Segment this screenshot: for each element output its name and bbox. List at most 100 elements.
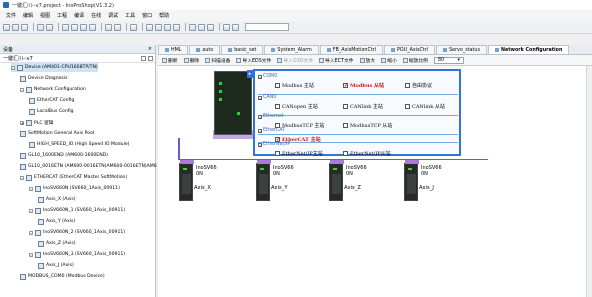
project-row[interactable]: 一键汇川--v7 [0, 54, 155, 63]
menu-item[interactable]: 帮助 [159, 12, 169, 19]
menu-item[interactable]: 窗口 [142, 12, 152, 19]
protocol-option[interactable]: EtherNet/IP主站 [275, 150, 323, 157]
expand-toggle-icon[interactable]: - [11, 65, 15, 70]
zoom-select[interactable]: 80 ▾ [433, 56, 464, 64]
option-checkbox[interactable] [275, 104, 280, 109]
menu-item[interactable]: 视图 [40, 12, 50, 19]
tree-item[interactable]: - Network Configuration [20, 85, 86, 94]
network-tool-button[interactable]: 缩放比例 [402, 57, 428, 64]
tree-item[interactable]: - InoSV660N (SV660_1Axis_00911) [29, 184, 120, 193]
tab[interactable]: auto [189, 45, 221, 54]
protocol-option[interactable]: EtherNet/IP从站 [343, 150, 391, 157]
expand-toggle-icon[interactable]: - [29, 186, 33, 191]
option-checkbox[interactable]: ✓ [343, 83, 348, 89]
step-out-icon[interactable] [207, 23, 214, 31]
tree-item[interactable]: SoftMotion General Axis Pool [20, 129, 94, 138]
tab[interactable]: HML [158, 45, 189, 54]
group-checkbox[interactable]: ✓ [258, 128, 262, 133]
open-folder-icon[interactable] [12, 23, 19, 31]
tab[interactable]: Network Configuration [487, 45, 570, 54]
replace-icon[interactable] [114, 23, 121, 31]
tree-item[interactable]: - InoSV660N_3 (SV660_1Axis_00911) [29, 250, 125, 259]
tab[interactable]: Servo_status [436, 45, 487, 54]
pin-icon[interactable] [141, 55, 146, 61]
protocol-option[interactable]: CANopen 主站 [275, 103, 318, 110]
group-checkbox[interactable]: ✓ [258, 95, 262, 100]
network-tool-button[interactable]: 导入GSD文件 [277, 57, 313, 64]
option-checkbox[interactable] [275, 151, 280, 156]
protocol-group[interactable]: ✓ CAN0 [258, 95, 276, 100]
option-checkbox[interactable] [343, 123, 348, 128]
tree-item[interactable]: - InoSV660N_1 (SV660_1Axis_00911) [29, 206, 125, 215]
expand-toggle-icon[interactable]: - [20, 87, 24, 92]
plc-device[interactable] [214, 71, 252, 135]
run-icon[interactable] [164, 23, 171, 31]
watch-icon[interactable] [232, 23, 239, 31]
servo-drive[interactable] [404, 160, 419, 201]
expand-toggle-icon[interactable]: + [20, 120, 24, 125]
tree-item[interactable]: Axis_X (Axis) [38, 195, 76, 204]
option-checkbox[interactable] [405, 83, 410, 88]
tab[interactable]: System_Alarm [264, 45, 319, 54]
network-tool-button[interactable]: 缩小 [381, 57, 397, 64]
protocol-group[interactable]: ✓ Ethernet [258, 114, 284, 119]
build-icon[interactable] [130, 23, 137, 31]
tree-item[interactable]: HIGH_SPEED_IO (High Speed IO Module) [29, 140, 129, 149]
protocol-option[interactable]: CANlink 从站 [405, 103, 445, 110]
tree-item[interactable]: EtherCAT Config [29, 96, 74, 105]
tab[interactable]: basic_set [221, 45, 264, 54]
expand-toggle-icon[interactable]: - [29, 208, 33, 213]
protocol-option[interactable]: ✓ Modbus 从站 [343, 82, 384, 89]
option-checkbox[interactable] [343, 151, 348, 156]
menu-item[interactable]: 文件 [6, 12, 16, 19]
tree-item[interactable]: Axis_Y (Axis) [38, 217, 75, 226]
logout-icon[interactable] [155, 23, 162, 31]
menu-item[interactable]: 工具 [125, 12, 135, 19]
login-icon[interactable] [146, 23, 153, 31]
vertical-scrollbar[interactable] [586, 66, 592, 297]
tree-item[interactable]: Axis_Z (Axis) [38, 239, 76, 248]
delete-icon[interactable] [89, 23, 96, 31]
tree-item[interactable]: GL10_1600END (AM600-1600END) [20, 151, 108, 160]
tree-item[interactable]: + PLC 逻辑 [20, 118, 53, 127]
tree-item[interactable]: - ETHERCAT (EtherCAT Master SoftMotion) [20, 173, 127, 182]
tab[interactable]: FB_AxisMotionCtrl [319, 45, 384, 54]
save-icon[interactable] [21, 23, 28, 31]
menu-item[interactable]: 工程 [57, 12, 67, 19]
group-checkbox[interactable]: ✓ [258, 114, 262, 119]
protocol-group[interactable]: ✓ EtherNet/IP [258, 142, 290, 147]
step-icon[interactable] [189, 23, 196, 31]
stop-icon[interactable] [173, 23, 180, 31]
group-checkbox[interactable]: ✓ [258, 74, 262, 79]
menu-item[interactable]: 在线 [91, 12, 101, 19]
redo-icon[interactable] [46, 23, 53, 31]
tab[interactable]: POU_AxisCtrl [384, 45, 436, 54]
cut-icon[interactable] [62, 23, 69, 31]
copy-icon[interactable] [71, 23, 78, 31]
new-file-icon[interactable] [3, 23, 10, 31]
network-canvas[interactable]: ▸ ✓ COM0 Modbus 主站 ✓ Modbus 从站 自由协议 ✓ CAN0 CANop… [158, 66, 592, 297]
servo-drive[interactable] [179, 160, 194, 201]
expand-arrow-icon[interactable]: ▸ [247, 70, 253, 78]
option-checkbox[interactable] [275, 83, 280, 88]
tree-item[interactable]: MODBUS_COM0 (Modbus Device) [20, 272, 105, 281]
network-tool-button[interactable]: 删新 [162, 57, 178, 64]
network-tool-button[interactable]: 扫描设备 [205, 57, 230, 64]
tree-item[interactable]: LocalBus Config [29, 107, 74, 116]
tree-item[interactable]: - InoSV660N_2 (SV660_1Axis_00911) [29, 228, 125, 237]
protocol-popup[interactable]: ▸ ✓ COM0 Modbus 主站 ✓ Modbus 从站 自由协议 ✓ CAN0 CANop… [247, 69, 461, 157]
breakpoint-icon[interactable] [223, 23, 230, 31]
protocol-option[interactable]: CANlink 主站 [343, 103, 383, 110]
protocol-group[interactable]: ✓ EtherCAT [258, 128, 285, 133]
option-checkbox[interactable] [405, 104, 410, 109]
menu-item[interactable]: 编译 [74, 12, 84, 19]
menu-item[interactable]: 编辑 [23, 12, 33, 19]
expand-toggle-icon[interactable]: - [29, 252, 33, 257]
paste-icon[interactable] [80, 23, 87, 31]
network-tool-button[interactable]: 导入EDS文件 [236, 57, 271, 64]
tree-item[interactable]: GL10_0016ETN (AM600-0016ETN)AM600-0016ET… [20, 162, 157, 171]
tree-item[interactable]: - Device (AM401-CPU1608TP/TN) [11, 63, 98, 72]
step-into-icon[interactable] [198, 23, 205, 31]
protocol-option[interactable]: ModbusTCP 从站 [343, 122, 392, 129]
group-checkbox[interactable]: ✓ [258, 142, 262, 147]
